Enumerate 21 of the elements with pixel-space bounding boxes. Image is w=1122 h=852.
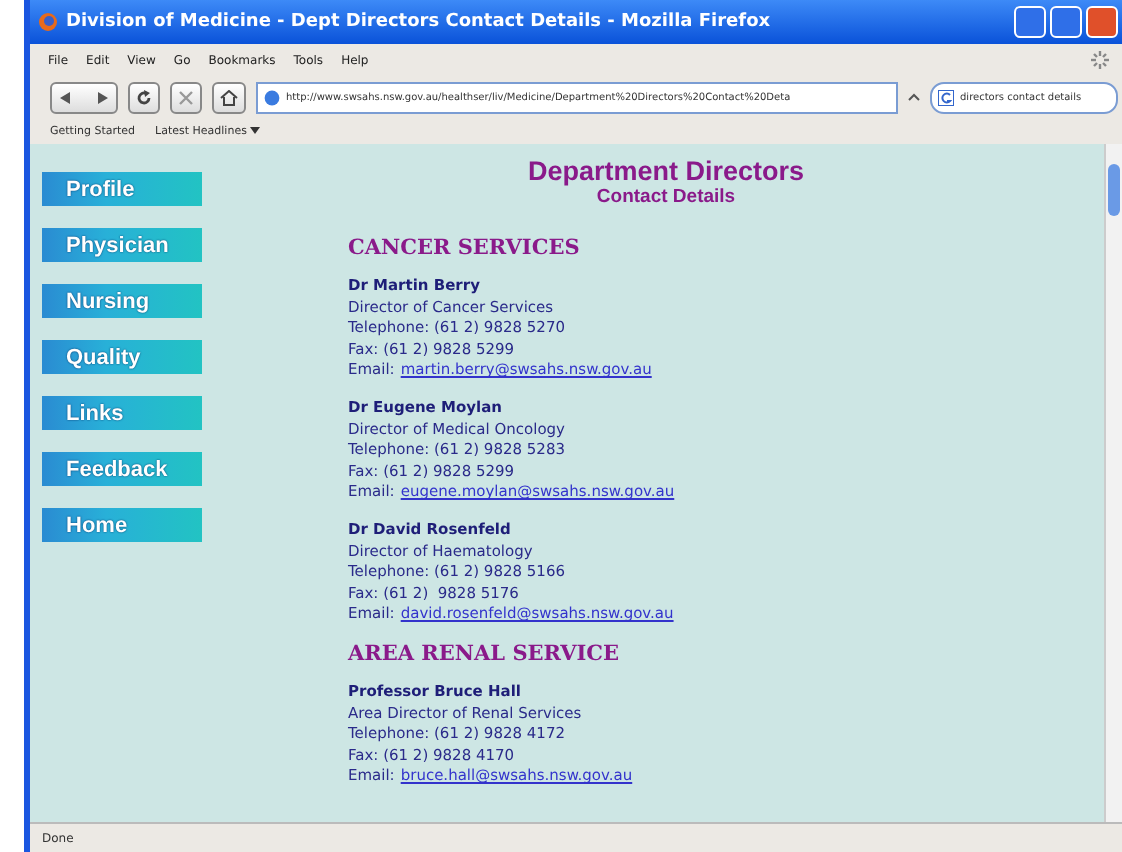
caret-icon[interactable]: [908, 92, 920, 104]
reload-icon: [136, 90, 152, 106]
search-engine-icon: [938, 90, 954, 106]
page-subtitle: Contact Details: [594, 186, 738, 208]
minimize-button[interactable]: [1014, 6, 1046, 38]
close-icon: [178, 90, 194, 106]
loading-throbber-icon: [1090, 50, 1110, 70]
maximize-button[interactable]: [1050, 6, 1082, 38]
stop-button[interactable]: [170, 82, 202, 114]
page-title: Department Directors: [525, 156, 807, 186]
back-forward-button[interactable]: [50, 82, 118, 114]
arrows-icon: [58, 90, 110, 106]
window-title: Division of Medicine - Dept Directors Contact Details - Mozilla Firefox: [66, 12, 773, 32]
reload-button[interactable]: [128, 82, 160, 114]
section-heading: AREA RENAL SERVICE: [348, 641, 622, 666]
scrollbar[interactable]: [1104, 144, 1122, 822]
home-button[interactable]: [212, 82, 246, 114]
caret-icon: [250, 126, 261, 134]
close-button[interactable]: [1086, 6, 1118, 38]
home-icon: [220, 90, 238, 106]
section-heading: CANCER SERVICES: [348, 236, 582, 260]
